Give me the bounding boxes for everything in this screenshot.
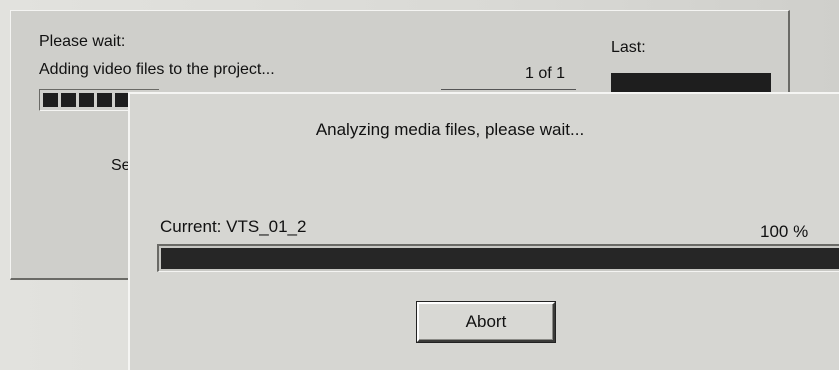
analyzing-progress-bar bbox=[157, 244, 839, 272]
last-label: Last: bbox=[611, 39, 646, 56]
progress-block bbox=[79, 93, 94, 107]
analyzing-media-dialog: Analyzing media files, please wait... Cu… bbox=[128, 92, 839, 370]
file-count-label: 1 of 1 bbox=[525, 65, 566, 82]
count-divider bbox=[441, 89, 576, 90]
progress-fill bbox=[161, 248, 839, 269]
analyzing-message: Analyzing media files, please wait... bbox=[315, 120, 585, 139]
progress-block bbox=[43, 93, 58, 107]
abort-button[interactable]: Abort bbox=[416, 301, 556, 343]
percent-label: 100 % bbox=[760, 222, 809, 241]
last-progress-bar bbox=[611, 73, 771, 93]
adding-files-label: Adding video files to the project... bbox=[39, 61, 275, 78]
current-file-label: Current: VTS_01_2 bbox=[160, 217, 307, 236]
progress-block bbox=[97, 93, 112, 107]
progress-block bbox=[61, 93, 76, 107]
please-wait-label: Please wait: bbox=[39, 33, 126, 50]
